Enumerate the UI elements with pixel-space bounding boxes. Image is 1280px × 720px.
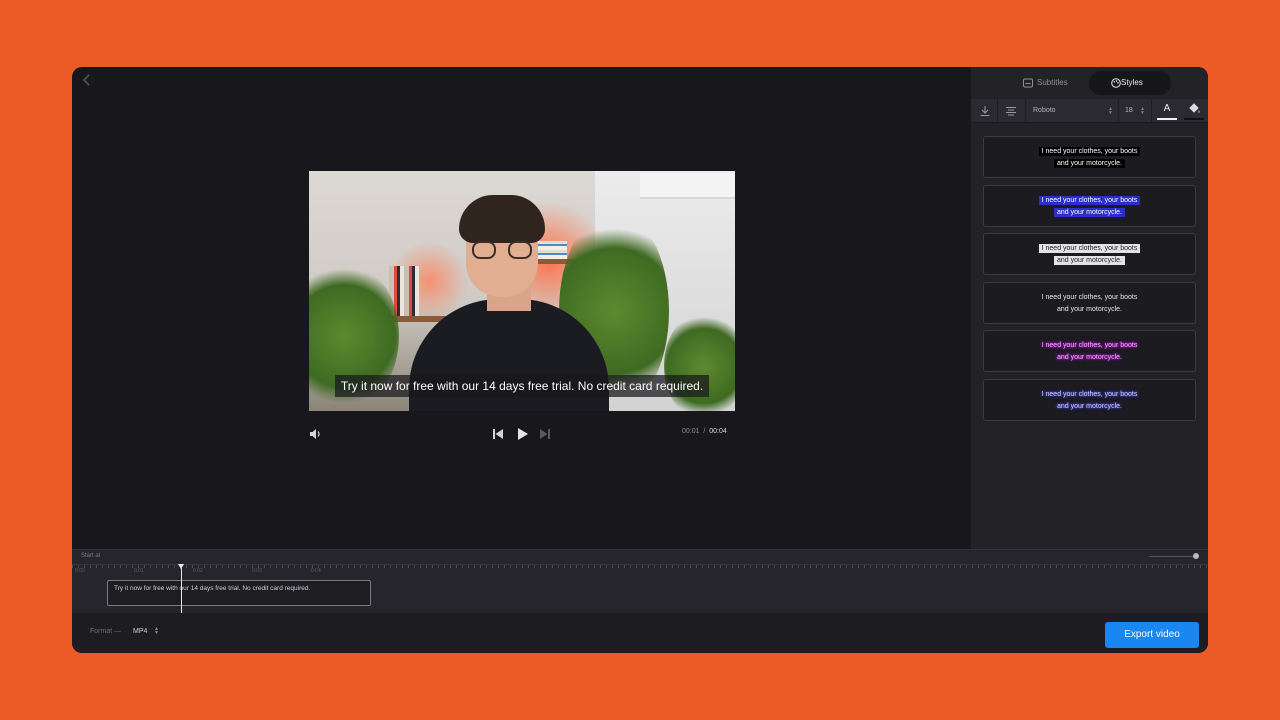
style-presets: I need your clothes, your boots and your…: [983, 136, 1196, 427]
preset-line: and your motorcycle.: [1054, 207, 1125, 217]
back-button[interactable]: [80, 73, 94, 87]
duration: 00:04: [709, 428, 727, 435]
video-caption: Try it now for free with our 14 days fre…: [335, 375, 709, 397]
previous-button[interactable]: [492, 427, 504, 441]
preset-line: I need your clothes, your boots: [1041, 342, 1138, 349]
chevron-updown-icon: ▲ ▼: [1140, 106, 1145, 116]
align-bottom-icon: [980, 106, 990, 116]
playback-time: 00:01 / 00:04: [682, 428, 727, 435]
palette-icon: [1111, 78, 1121, 88]
tick-label: 0:02: [193, 568, 203, 574]
text-color-icon: A: [1163, 103, 1171, 114]
subtitles-icon: [1023, 78, 1033, 88]
video-preview[interactable]: Try it now for free with our 14 days fre…: [309, 171, 735, 411]
paint-bucket-icon: [1189, 103, 1200, 113]
text-color-button[interactable]: A: [1155, 99, 1179, 123]
style-preset-pink-glow[interactable]: I need your clothes, your boots and your…: [983, 330, 1196, 372]
tab-styles[interactable]: Styles: [1089, 71, 1171, 95]
font-size-value: 18: [1125, 107, 1133, 114]
tab-subtitles[interactable]: Subtitles: [1011, 71, 1089, 95]
play-icon: [518, 428, 528, 440]
toolbar-divider: [997, 99, 998, 123]
style-preset-light-box[interactable]: I need your clothes, your boots and your…: [983, 233, 1196, 275]
format-select[interactable]: MP4: [133, 628, 147, 635]
volume-icon: [310, 429, 320, 439]
format-label: Format —: [90, 628, 122, 635]
next-button[interactable]: [539, 427, 551, 441]
font-select[interactable]: Roboto ▲ ▼: [1027, 99, 1117, 123]
footer-bar: Format — MP4 ▲ ▼ Export video: [72, 613, 1208, 653]
text-align-button[interactable]: [1005, 99, 1017, 123]
style-panel: Subtitles Styles Roboto ▲ ▼ 18 ▲ ▼ A I n…: [971, 67, 1208, 549]
video-scene-person: [472, 241, 532, 259]
font-select-value: Roboto: [1033, 107, 1056, 114]
style-preset-blue-glow[interactable]: I need your clothes, your boots and your…: [983, 378, 1196, 421]
toolbar-divider: [1151, 99, 1152, 123]
chevron-left-icon: [82, 74, 90, 86]
tick-label: 0:01: [134, 568, 144, 574]
preset-line: I need your clothes, your boots: [1038, 195, 1141, 205]
subtitle-segment[interactable]: Try it now for free with our 14 days fre…: [107, 580, 371, 606]
play-button[interactable]: [515, 427, 529, 441]
tick-label: 0:03: [252, 568, 262, 574]
style-preset-plain[interactable]: I need your clothes, your boots and your…: [983, 281, 1196, 324]
preset-line: and your motorcycle.: [1057, 402, 1122, 410]
current-time: 00:01: [682, 428, 700, 435]
zoom-slider-track[interactable]: [1149, 556, 1196, 557]
tab-styles-label: Styles: [1121, 78, 1143, 87]
style-preset-black-box[interactable]: I need your clothes, your boots and your…: [983, 136, 1196, 178]
video-editor-window: Try it now for free with our 14 days fre…: [72, 67, 1208, 653]
font-size-select[interactable]: 18 ▲ ▼: [1119, 99, 1149, 123]
video-scene-ac: [640, 173, 735, 199]
tick-label: 0:00: [75, 568, 85, 574]
timeline-ticks: [72, 565, 1208, 568]
chevron-updown-icon[interactable]: ▲ ▼: [154, 627, 159, 636]
tab-subtitles-label: Subtitles: [1037, 78, 1068, 87]
preset-line: and your motorcycle.: [1054, 256, 1125, 265]
export-video-button[interactable]: Export video: [1105, 622, 1199, 648]
chevron-updown-icon: ▲ ▼: [1108, 106, 1113, 116]
skip-forward-icon: [540, 429, 550, 439]
panel-tabs: Subtitles Styles: [971, 67, 1208, 99]
volume-button[interactable]: [308, 427, 322, 441]
video-scene-person: [459, 195, 545, 243]
tick-label: 0:04: [311, 568, 321, 574]
skip-back-icon: [493, 429, 503, 439]
video-scene-books: [537, 241, 567, 259]
preset-line: I need your clothes, your boots: [1038, 147, 1141, 156]
start-at-label: Start at: [81, 553, 101, 559]
timeline[interactable]: Start at 0:00 0:01 0:02 0:03 0:04 Try it…: [72, 549, 1208, 614]
preset-line: and your motorcycle.: [1057, 305, 1122, 313]
style-toolbar: Roboto ▲ ▼ 18 ▲ ▼ A: [971, 99, 1208, 123]
preset-line: I need your clothes, your boots: [1041, 390, 1138, 398]
zoom-slider-handle[interactable]: [1193, 553, 1199, 559]
playhead[interactable]: [181, 568, 182, 614]
preset-line: I need your clothes, your boots: [1041, 293, 1138, 301]
toolbar-divider: [1025, 99, 1026, 123]
preset-line: and your motorcycle.: [1054, 159, 1125, 168]
align-center-icon: [1006, 107, 1016, 116]
fill-color-button[interactable]: [1182, 99, 1206, 123]
time-separator: /: [703, 428, 706, 435]
position-button[interactable]: [979, 99, 991, 123]
preset-line: I need your clothes, your boots: [1038, 244, 1141, 253]
preset-line: and your motorcycle.: [1057, 354, 1122, 361]
style-preset-blue-box[interactable]: I need your clothes, your boots and your…: [983, 184, 1196, 227]
